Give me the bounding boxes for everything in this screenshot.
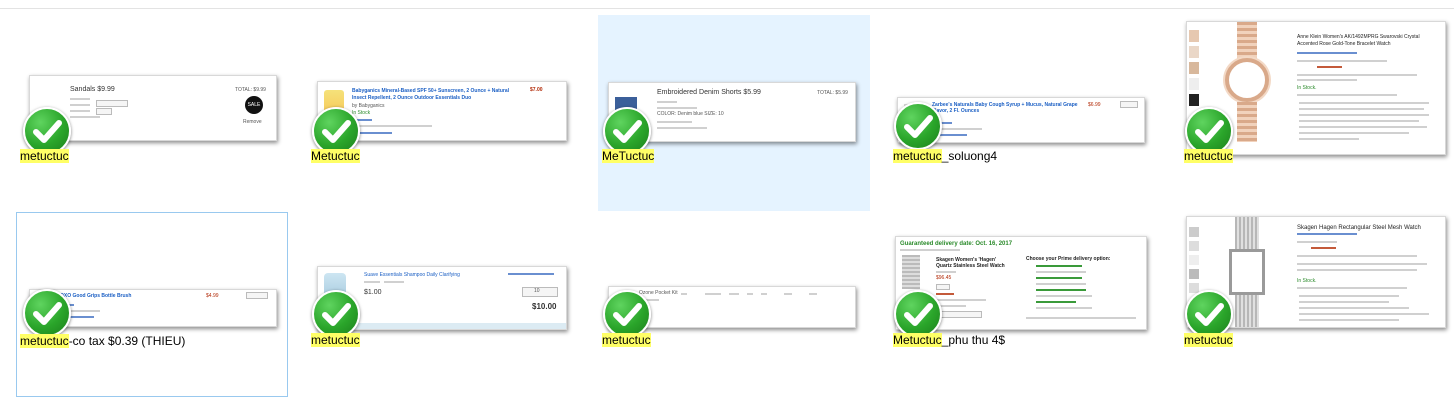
thumb-title: Embroidered Denim Shorts $5.99 (657, 89, 761, 96)
thumb-title: Suave Essentials Shampoo Daily Clarifyin… (364, 272, 460, 278)
thumb-remove: Remove (243, 119, 262, 125)
thumb-title: Anne Klein Women's AK/1492MPRG Swarovski… (1297, 34, 1420, 47)
file-name-highlight: metuctuc (1184, 333, 1233, 347)
file-name[interactable]: MeTuctuc (602, 149, 655, 164)
watch-image (902, 255, 920, 289)
file-name-highlight: metuctuc (602, 333, 651, 347)
qty-stepper (522, 287, 558, 297)
header-divider (0, 8, 1454, 9)
thumb-title: Skagen Hagen Rectangular Steel Mesh Watc… (1297, 225, 1421, 231)
file-item[interactable]: Babyganics Mineral-Based SPF 50+ Sunscre… (307, 15, 579, 211)
green-checkmark-icon (312, 107, 360, 155)
file-item[interactable]: Suave Essentials Shampoo Daily Clarifyin… (307, 212, 579, 408)
thumb-product: Skagen Women's 'Hagen' Quartz Stainless … (936, 257, 1005, 269)
file-item[interactable]: Guaranteed delivery date: Oct. 16, 2017 … (889, 212, 1161, 408)
file-name-rest: _phu thu 4$ (941, 333, 1006, 347)
thumb-price: $7.00 (530, 87, 543, 93)
file-item[interactable]: Skagen Hagen Rectangular Steel Mesh Watc… (1180, 212, 1452, 408)
file-name-highlight: Metuctuc (893, 333, 942, 347)
thumb-stock: In Stock. (1297, 85, 1317, 91)
file-name-rest: _soluong4 (941, 149, 998, 163)
thumb-stock: In Stock. (1297, 278, 1317, 284)
thumb-details: COLOR: Denim blue SIZE: 10 (657, 111, 724, 117)
file-item[interactable]: Embroidered Denim Shorts $5.99 TOTAL: $5… (598, 15, 870, 211)
file-item[interactable]: Anne Klein Women's AK/1492MPRG Swarovski… (1180, 15, 1452, 211)
thumb-qty (1120, 101, 1138, 108)
file-name-rest: -co tax $0.39 (THIEU) (68, 334, 186, 348)
watch-image (1227, 217, 1267, 327)
green-checkmark-icon (603, 290, 651, 338)
file-name-highlight: metuctuc (311, 333, 360, 347)
file-name[interactable]: metuctuc_soluong4 (893, 149, 997, 164)
file-name-highlight: metuctuc (20, 334, 69, 348)
green-checkmark-icon (23, 289, 71, 337)
green-checkmark-icon (1185, 290, 1233, 338)
file-name[interactable]: metuctuc-co tax $0.39 (THIEU) (20, 334, 185, 349)
thumb-price: $96.45 (936, 275, 952, 281)
file-name[interactable]: Metuctuc_phu thu 4$ (893, 333, 1005, 348)
file-name[interactable]: metuctuc (311, 333, 360, 348)
thumb-total: $10.00 (532, 302, 557, 311)
thumb-title: OXO Good Grips Bottle Brush (60, 293, 132, 299)
file-name[interactable]: metuctuc (1184, 149, 1233, 164)
file-name[interactable]: metuctuc (602, 333, 651, 348)
file-item[interactable]: Ozone Pocket Kit metuctuc (598, 212, 870, 408)
thumb-price: $4.99 (206, 293, 219, 299)
thumb-price: $1.00 (364, 289, 382, 296)
file-name[interactable]: metuctuc (1184, 333, 1233, 348)
thumb-title: Guaranteed delivery date: Oct. 16, 2017 (900, 241, 1013, 247)
file-name-highlight: metuctuc (1184, 149, 1233, 163)
file-name[interactable]: metuctuc (20, 149, 69, 164)
sale-badge: SALE (245, 96, 263, 114)
thumb-total: TOTAL: $9.99 (235, 87, 266, 93)
thumb-select (96, 100, 128, 107)
thumb-qty (246, 292, 268, 299)
green-checkmark-icon (894, 102, 942, 150)
thumb-title: Zarbee's Naturals Baby Cough Syrup + Muc… (932, 102, 1078, 114)
thumb-title: Babyganics Mineral-Based SPF 50+ Sunscre… (352, 88, 510, 101)
file-name-highlight: Metuctuc (311, 149, 360, 163)
thumb-select (96, 108, 112, 115)
green-checkmark-icon (603, 107, 651, 155)
thumb-total: TOTAL: $5.99 (817, 90, 848, 96)
thumb-qty: 10 (534, 288, 540, 294)
file-name-highlight: metuctuc (893, 149, 942, 163)
file-name[interactable]: Metuctuc (311, 149, 360, 164)
file-name-highlight: metuctuc (20, 149, 69, 163)
file-item[interactable]: OXO Good Grips Bottle Brush $4.99 metuct… (16, 212, 288, 397)
file-item[interactable]: Sandals $9.99 TOTAL: $9.99 SALE Remove m… (16, 15, 288, 211)
file-item[interactable]: Zarbee's Naturals Baby Cough Syrup + Muc… (889, 15, 1161, 211)
green-checkmark-icon (1185, 107, 1233, 155)
thumb-price: $6.99 (1088, 102, 1101, 108)
green-checkmark-icon (23, 107, 71, 155)
green-checkmark-icon (894, 290, 942, 338)
file-name-highlight: MeTuctuc (602, 149, 655, 163)
thumb-title: Sandals $9.99 (70, 86, 115, 93)
thumb-delivery: Choose your Prime delivery option: (1026, 256, 1111, 262)
green-checkmark-icon (312, 290, 360, 338)
